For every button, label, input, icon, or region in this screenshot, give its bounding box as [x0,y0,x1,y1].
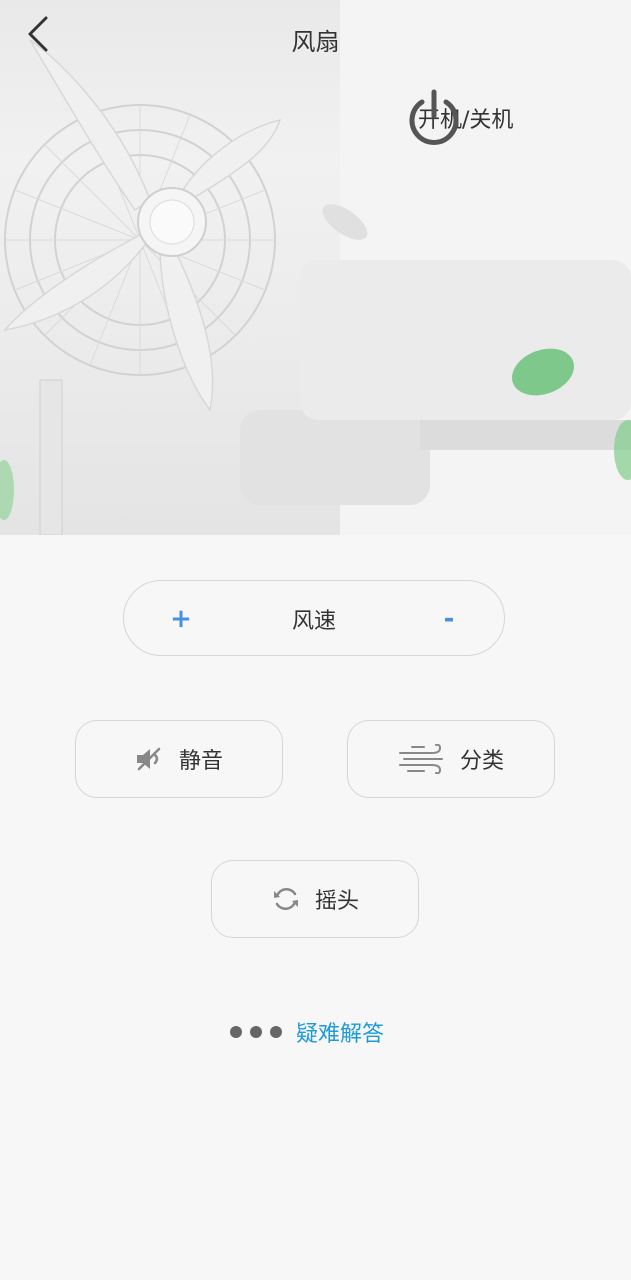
category-button[interactable]: 分类 [347,720,555,798]
faq-link[interactable]: 疑难解答 [230,1012,384,1052]
fan-hero-image: 风扇 开机/关机 [0,0,631,535]
category-label: 分类 [459,749,504,774]
mute-label: 静音 [178,749,223,774]
dot-icon [270,1026,282,1038]
power-button[interactable]: 开机/关机 [406,88,513,148]
mute-icon [136,747,161,771]
wind-icon [398,744,443,774]
page-title: 风扇 [291,28,340,56]
fan-illustration [0,0,631,535]
faq-label: 疑难解答 [296,1022,385,1047]
speed-increase-button[interactable]: + [146,581,216,657]
oscillate-button[interactable]: 摇头 [211,860,419,938]
oscillate-label: 摇头 [314,889,359,914]
speed-decrease-button[interactable]: - [414,581,484,657]
dot-icon [250,1026,262,1038]
power-icon [409,89,459,145]
rotate-icon [273,887,298,911]
mute-button[interactable]: 静音 [75,720,283,798]
wind-speed-control: + 风速 - [123,580,505,656]
dot-icon [230,1026,242,1038]
